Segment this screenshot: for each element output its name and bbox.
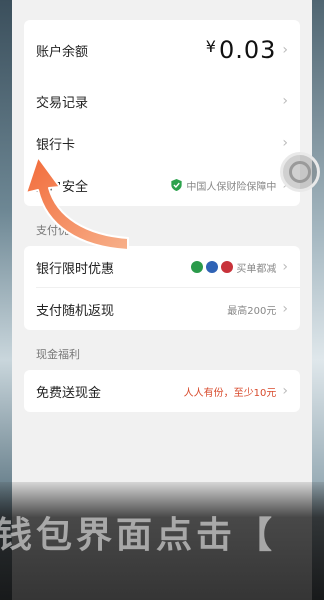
free-cash-row[interactable]: 免费送现金 人人有份，至少10元 › — [24, 370, 300, 412]
currency-symbol: ¥ — [205, 37, 217, 56]
bank-logo-icon — [221, 261, 234, 273]
random-cashback-row[interactable]: 支付随机返现 最高200元 › — [24, 288, 300, 330]
bank-offer-label: 银行限时优惠 — [36, 261, 115, 277]
random-cashback-hint: 最高200元 — [227, 305, 277, 317]
payment-section-title: 支付优惠 — [36, 224, 80, 237]
bank-card-label: 银行卡 — [36, 137, 76, 153]
chevron-right-icon: › — [282, 259, 288, 275]
chevron-right-icon: › — [282, 93, 288, 109]
security-label: 账户安全 — [36, 179, 89, 195]
free-cash-label: 免费送现金 — [36, 385, 102, 401]
insurance-text: 中国人保财险保障中 — [186, 181, 277, 193]
random-cashback-label: 支付随机返现 — [36, 303, 115, 319]
balance-row[interactable]: 账户余额 ¥0.03 › — [24, 20, 300, 80]
transactions-label: 交易记录 — [36, 95, 89, 111]
bank-offer-hint: 买单都减 — [236, 263, 277, 275]
chevron-right-icon: › — [282, 383, 288, 399]
shield-check-icon — [171, 179, 183, 191]
chevron-right-icon: › — [282, 135, 288, 151]
insurance-badge: 中国人保财险保障中 — [171, 178, 276, 193]
top-strip — [12, 0, 312, 20]
transactions-row[interactable]: 交易记录 › — [24, 80, 300, 122]
bank-logo-icon — [191, 261, 204, 273]
free-cash-hint: 人人有份，至少10元 — [183, 387, 277, 399]
bank-offer-row[interactable]: 银行限时优惠 买单都减 › — [24, 246, 300, 288]
chevron-right-icon: › — [282, 301, 288, 317]
cash-section-title: 现金福利 — [36, 348, 80, 361]
bank-card-row[interactable]: 银行卡 › — [24, 122, 300, 164]
cash-card: 免费送现金 人人有份，至少10元 › — [24, 370, 300, 412]
bank-logos: 买单都减 — [191, 260, 276, 275]
balance-amount: ¥0.03 — [206, 36, 277, 64]
balance-value: 0.03 — [218, 36, 277, 64]
chevron-right-icon: › — [282, 42, 288, 58]
account-card: 账户余额 ¥0.03 › 交易记录 › 银行卡 › 账户安全 中国人保财险保障中… — [24, 20, 300, 206]
security-row[interactable]: 账户安全 中国人保财险保障中 › — [24, 164, 300, 206]
balance-label: 账户余额 — [36, 44, 89, 60]
payment-card: 银行限时优惠 买单都减 › 支付随机返现 最高200元 › — [24, 246, 300, 330]
overlay-caption: 钱包界面点击【 — [0, 515, 277, 556]
floating-assist-button[interactable] — [280, 152, 320, 192]
bank-logo-icon — [206, 261, 219, 273]
